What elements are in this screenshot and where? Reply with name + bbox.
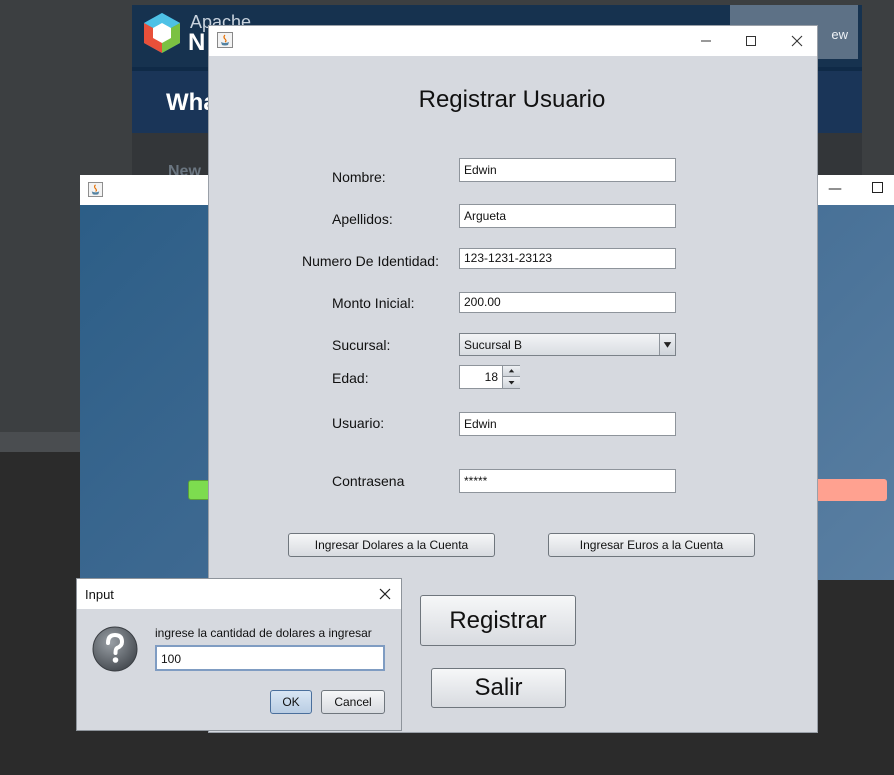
close-icon[interactable] [377,586,393,602]
netbeans-brand-name: N [188,29,206,56]
maximize-icon[interactable] [736,31,766,51]
identidad-input[interactable]: 123-1231-23123 [459,248,676,269]
spinner-buttons [502,366,520,388]
amount-input[interactable]: 100 [155,645,385,671]
spinner-up-icon[interactable] [503,366,520,377]
edad-spinner[interactable]: 18 [459,365,520,389]
nombre-label: Nombre: [332,169,386,185]
identidad-label: Numero De Identidad: [302,253,439,269]
input-dialog-message: ingrese la cantidad de dolares a ingresa… [155,626,372,640]
spinner-down-icon[interactable] [503,377,520,388]
edad-value: 18 [484,370,498,384]
sucursal-select[interactable]: Sucursal B [459,333,676,356]
java-icon [88,182,103,197]
cancel-button[interactable]: Cancel [321,690,385,714]
background-strip [0,432,80,452]
edad-label: Edad: [332,370,369,386]
minimize-icon[interactable] [691,31,721,51]
java-icon [217,32,233,48]
question-icon [92,626,138,672]
ingresar-euros-button[interactable]: Ingresar Euros a la Cuenta [548,533,755,557]
input-dialog-title: Input [85,587,114,602]
sucursal-label: Sucursal: [332,337,391,353]
contrasena-label: Contrasena [332,473,405,489]
close-icon[interactable] [782,31,812,51]
netbeans-logo-icon [144,13,180,53]
maximize-icon[interactable] [872,182,883,193]
input-dialog: Input ingrese la cantidad de dolares a i… [76,578,402,731]
ingresar-dolares-button[interactable]: Ingresar Dolares a la Cuenta [288,533,495,557]
usuario-input[interactable]: Edwin [459,412,676,436]
sucursal-selected-value: Sucursal B [464,338,523,352]
form-title: Registrar Usuario [418,86,606,113]
input-dialog-titlebar: Input [77,579,401,609]
usuario-label: Usuario: [332,415,385,431]
nombre-input[interactable]: Edwin [459,158,676,182]
salir-button[interactable]: Salir [431,668,566,708]
apellidos-label: Apellidos: [332,211,393,227]
monto-label: Monto Inicial: [332,295,415,311]
apellidos-input[interactable]: Argueta [459,204,676,228]
minimize-icon[interactable]: — [828,181,842,197]
contrasena-input[interactable]: ***** [459,469,676,493]
chevron-down-icon[interactable] [659,334,675,355]
registrar-button[interactable]: Registrar [420,595,576,646]
ok-button[interactable]: OK [270,690,312,714]
salmon-indicator [810,479,887,501]
window-titlebar [209,26,817,56]
monto-input[interactable]: 200.00 [459,292,676,313]
